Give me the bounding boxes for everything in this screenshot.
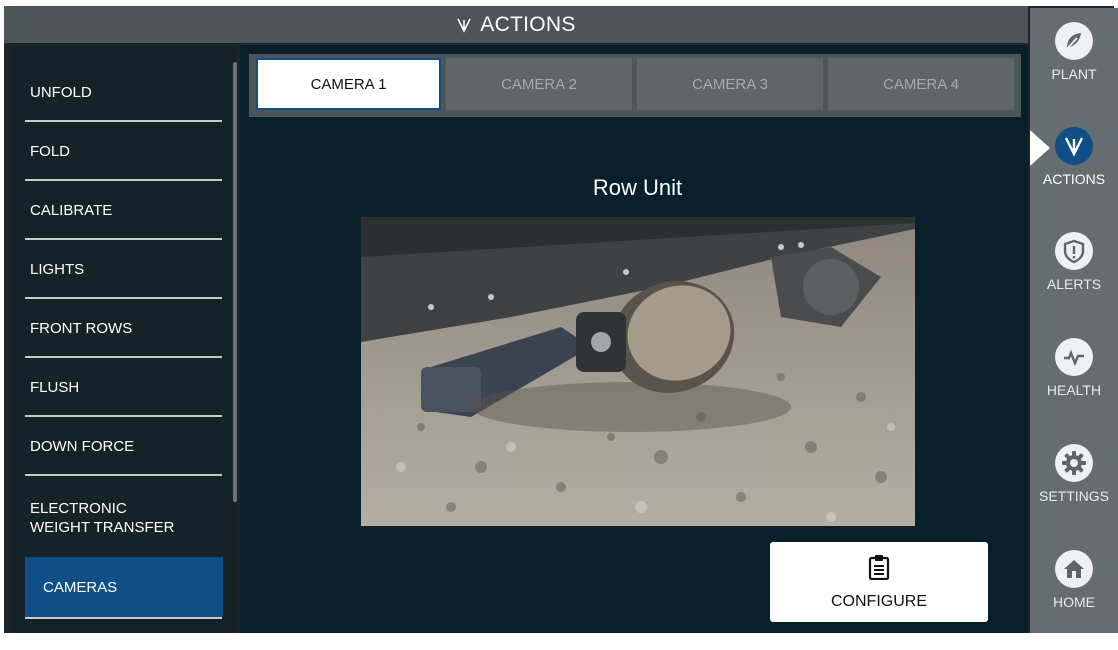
menu-divider (25, 297, 222, 299)
camera-view-title: Row Unit (592, 175, 683, 200)
shield-alert-icon (1055, 232, 1093, 270)
menu-divider (25, 356, 222, 358)
page-title: ACTIONS (480, 12, 576, 36)
header-bar: ACTIONS (4, 6, 1028, 43)
menu-item-down-force[interactable]: DOWN FORCE (12, 418, 210, 474)
menu-item-label: UNFOLD (30, 83, 92, 101)
nav-settings[interactable]: SETTINGS (1030, 444, 1118, 544)
nav-label: PLANT (1051, 66, 1097, 82)
tab-camera-3[interactable]: CAMERA 3 (637, 58, 823, 110)
nav-label: HOME (1053, 594, 1095, 610)
menu-item-label: LIGHTS (30, 260, 85, 278)
menu-item-label: ELECTRONIC WEIGHT TRANSFER (30, 499, 174, 537)
menu-item-cameras[interactable]: CAMERAS (25, 557, 223, 617)
menu-item-front-rows[interactable]: FRONT ROWS (12, 300, 210, 356)
menu-item-label-line1: ELECTRONIC (30, 500, 127, 517)
actions-fork-icon (456, 17, 472, 33)
menu-item-label: FLUSH (30, 378, 80, 396)
menu-item-label: CALIBRATE (30, 201, 113, 219)
menu-item-label: FRONT ROWS (30, 319, 133, 337)
configure-button[interactable]: CONFIGURE (770, 542, 988, 622)
menu-divider (25, 474, 222, 476)
actions-fork-icon (1055, 127, 1093, 165)
menu-divider (25, 120, 222, 122)
clipboard-icon (868, 554, 890, 585)
nav-home[interactable]: HOME (1030, 550, 1118, 650)
menu-divider (25, 238, 222, 240)
menu-divider (25, 415, 222, 417)
tab-label: CAMERA 1 (310, 75, 387, 93)
tab-camera-4[interactable]: CAMERA 4 (828, 58, 1014, 110)
menu-item-label: FOLD (30, 142, 71, 160)
tab-camera-2[interactable]: CAMERA 2 (446, 58, 632, 110)
menu-item-flush[interactable]: FLUSH (12, 359, 210, 415)
menu-item-fold[interactable]: FOLD (12, 123, 210, 179)
nav-label: SETTINGS (1038, 488, 1109, 504)
menu-item-lights[interactable]: LIGHTS (12, 241, 210, 297)
tab-label: CAMERA 4 (883, 75, 959, 93)
menu-item-label: CAMERAS (43, 578, 118, 596)
tab-label: CAMERA 2 (501, 75, 577, 93)
tab-label: CAMERA 3 (692, 75, 768, 93)
menu-item-calibrate[interactable]: CALIBRATE (12, 182, 210, 238)
home-icon (1055, 550, 1093, 588)
menu-item-label-line2: WEIGHT TRANSFER (30, 519, 175, 536)
nav-plant[interactable]: PLANT (1030, 22, 1118, 122)
active-nav-pointer (1030, 130, 1050, 166)
configure-label: CONFIGURE (831, 592, 927, 610)
plant-icon (1055, 22, 1093, 60)
nav-label: ALERTS (1046, 276, 1102, 292)
menu-item-label: DOWN FORCE (30, 437, 135, 455)
menu-scrollbar[interactable] (233, 62, 237, 502)
menu-divider (25, 179, 222, 181)
health-pulse-icon (1055, 338, 1093, 376)
menu-item-electronic-weight-transfer[interactable]: ELECTRONIC WEIGHT TRANSFER (12, 485, 210, 551)
menu-item-unfold[interactable]: UNFOLD (12, 64, 210, 120)
tab-camera-1[interactable]: CAMERA 1 (256, 58, 441, 110)
camera-feed (361, 217, 915, 526)
menu-divider (25, 617, 222, 619)
gear-icon (1055, 444, 1093, 482)
nav-label: ACTIONS (1042, 171, 1106, 187)
nav-alerts[interactable]: ALERTS (1030, 232, 1118, 332)
nav-health[interactable]: HEALTH (1030, 338, 1118, 438)
nav-label: HEALTH (1046, 382, 1102, 398)
